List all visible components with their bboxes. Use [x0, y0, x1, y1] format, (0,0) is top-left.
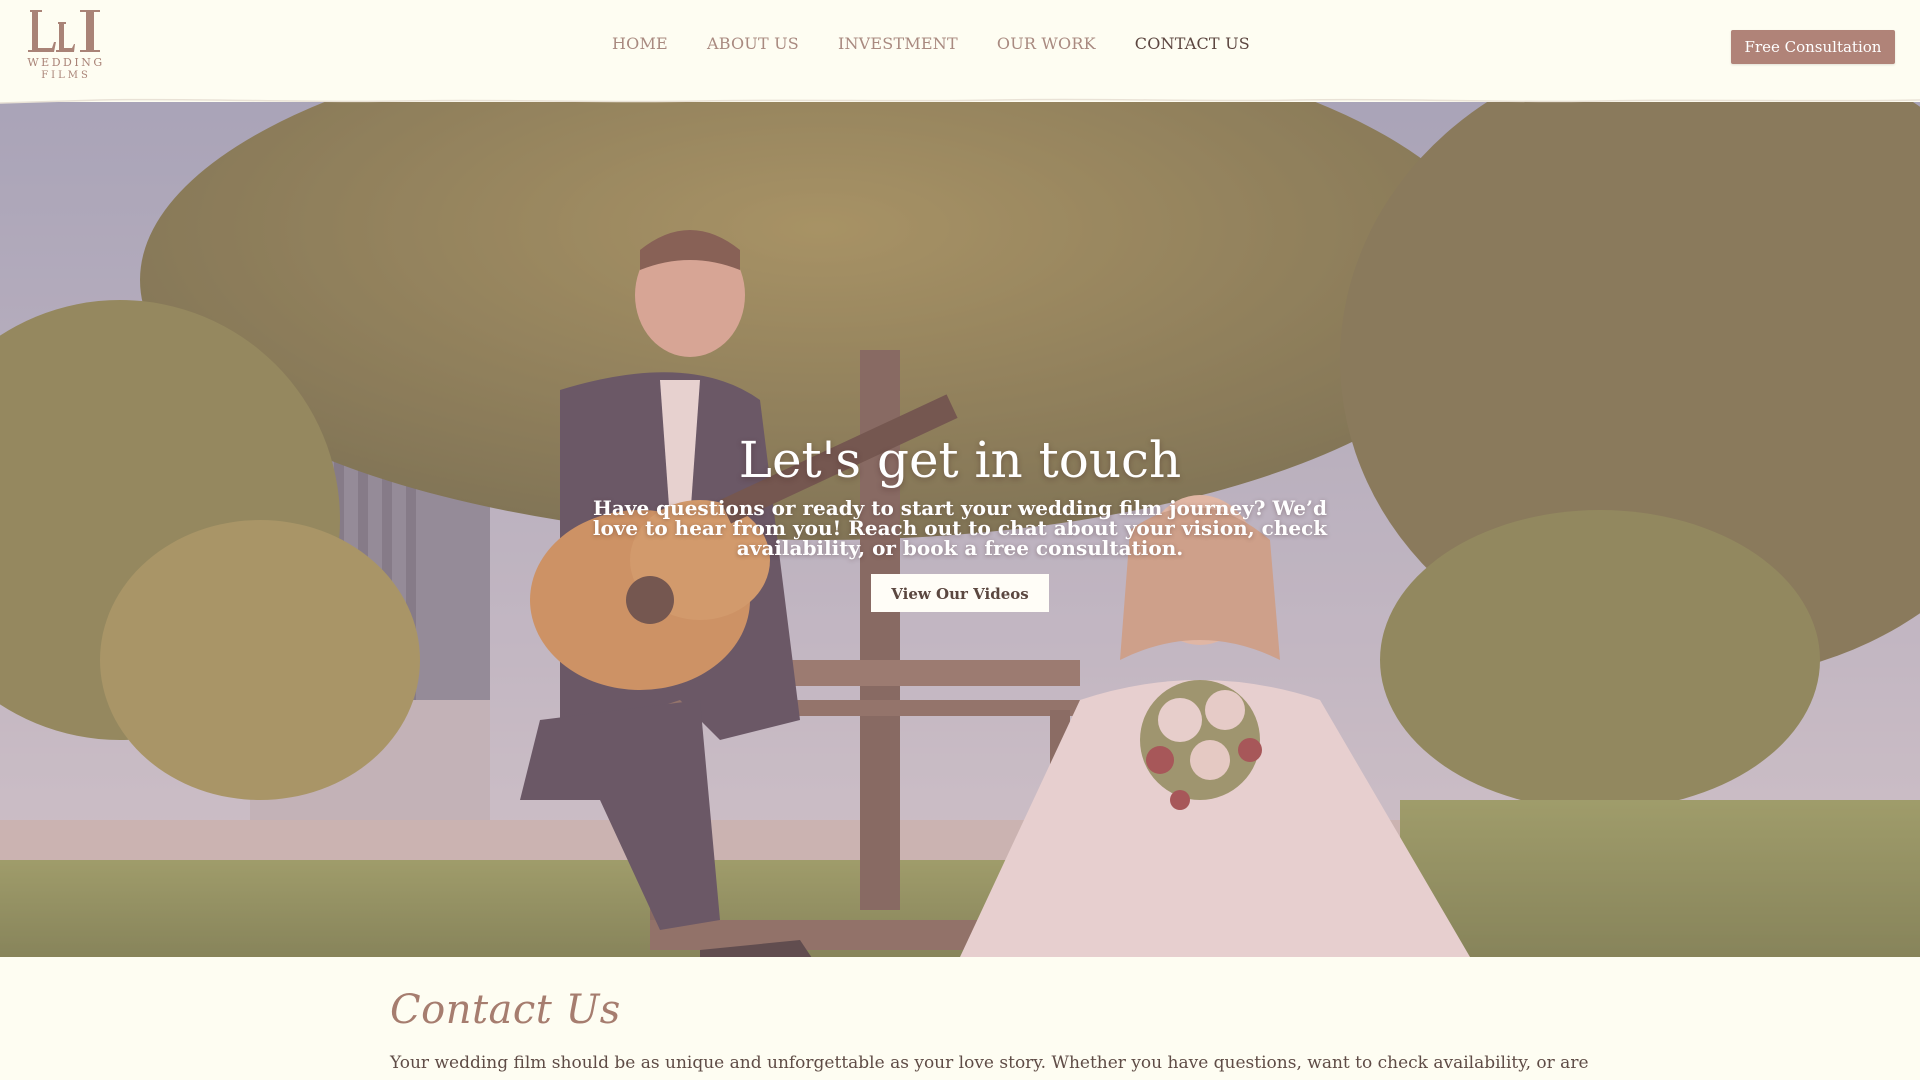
contact-heading: Contact Us: [390, 987, 621, 1033]
nav-item-investment[interactable]: INVESTMENT: [838, 34, 958, 53]
nav-item-about-us[interactable]: ABOUT US: [707, 34, 799, 53]
logo-text-wedding: WEDDING: [27, 56, 105, 69]
nav-item-contact-us[interactable]: CONTACT US: [1135, 34, 1250, 53]
logo-monogram-icon: [28, 10, 100, 52]
site-logo[interactable]: WEDDING FILMS: [24, 8, 108, 86]
contact-intro-text: Your wedding film should be as unique an…: [390, 1053, 1589, 1073]
free-consultation-button[interactable]: Free Consultation: [1731, 30, 1895, 64]
site-header: WEDDING FILMS HOME ABOUT US INVESTMENT O…: [0, 0, 1920, 102]
nav-item-home[interactable]: HOME: [612, 34, 668, 53]
hero-section: Let's get in touch Have questions or rea…: [0, 100, 1920, 957]
view-our-videos-button[interactable]: View Our Videos: [871, 574, 1049, 612]
hero-subtitle: Have questions or ready to start your we…: [592, 496, 1328, 560]
logo-text-films: FILMS: [41, 70, 91, 81]
contact-section: Contact Us Your wedding film should be a…: [0, 957, 1920, 1080]
nav-item-our-work[interactable]: OUR WORK: [997, 34, 1096, 53]
torn-paper-divider: [0, 92, 1920, 104]
main-navigation: HOME ABOUT US INVESTMENT OUR WORK CONTAC…: [612, 34, 1289, 53]
hero-title: Let's get in touch: [738, 431, 1182, 489]
hero-content: Let's get in touch Have questions or rea…: [560, 430, 1360, 612]
